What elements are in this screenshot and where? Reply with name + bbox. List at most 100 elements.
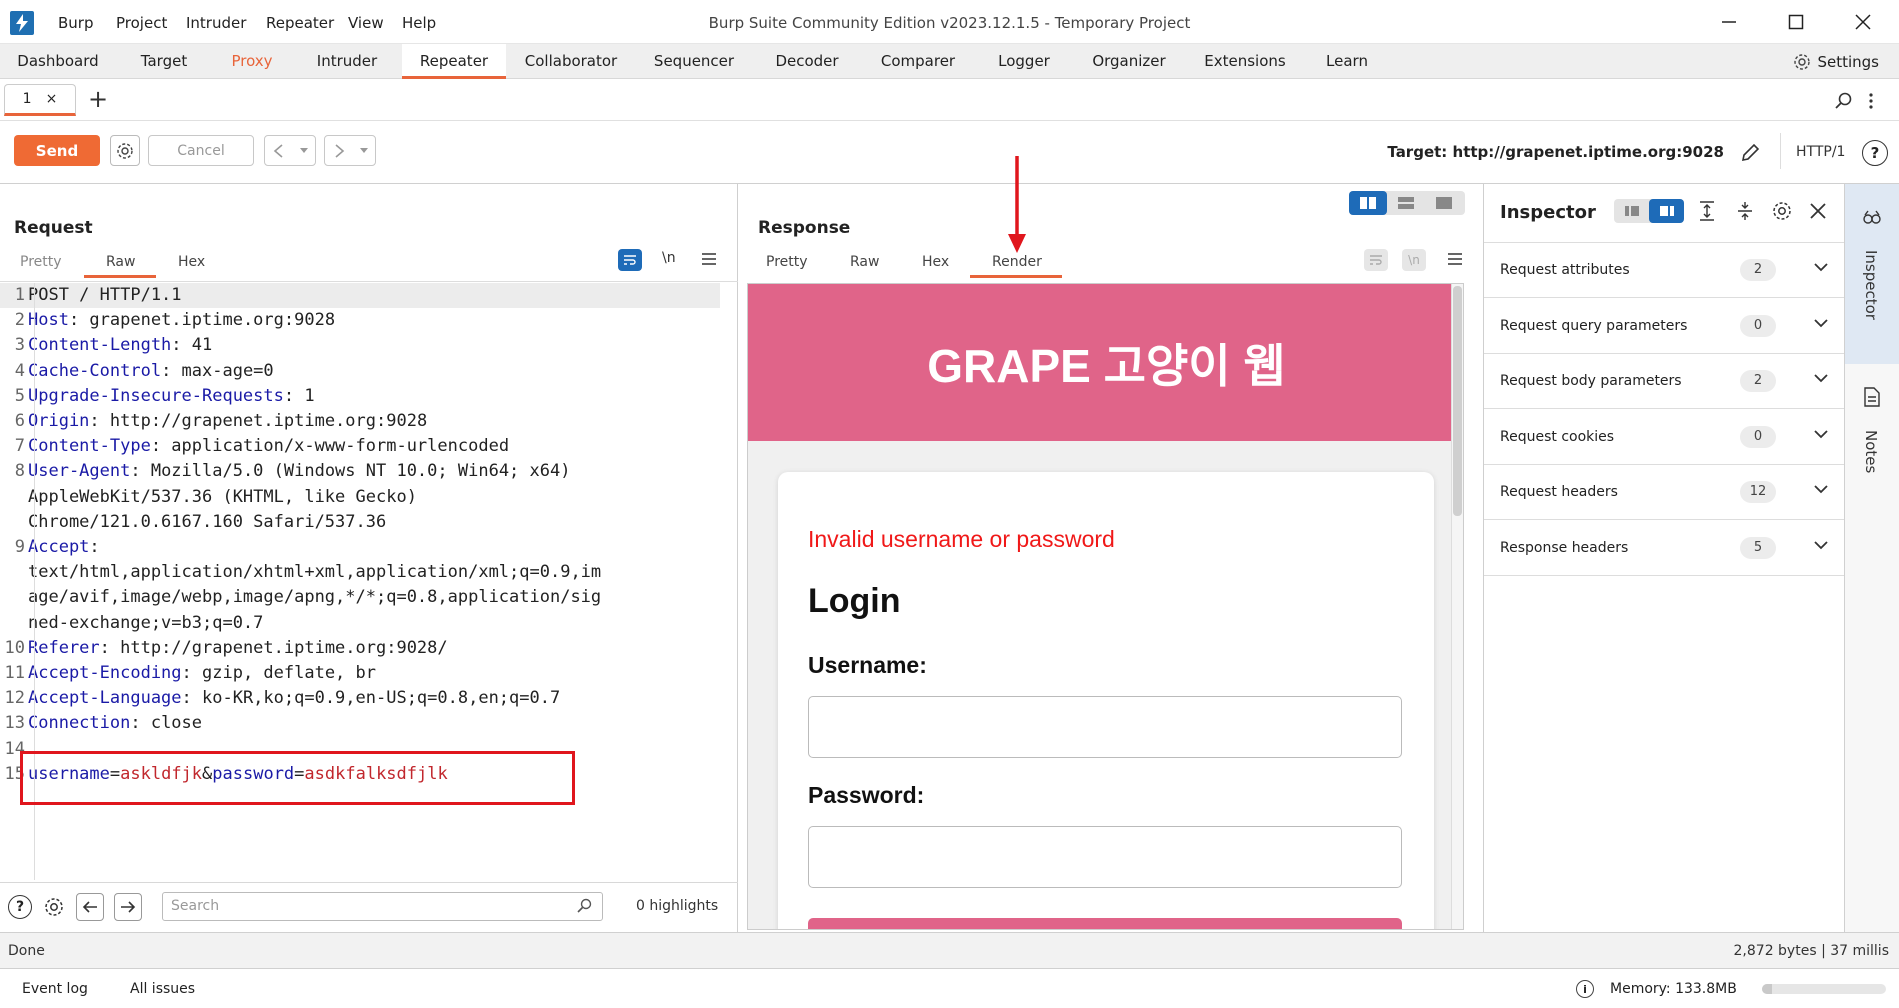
tab-learn[interactable]: Learn xyxy=(1306,44,1388,79)
inspector-settings-gear-icon[interactable] xyxy=(1770,199,1794,223)
help-icon[interactable]: ? xyxy=(8,895,32,919)
inspector-section-row[interactable]: Request headers 12 xyxy=(1484,465,1844,520)
settings-button[interactable]: Settings xyxy=(1793,53,1879,71)
render-login-button[interactable] xyxy=(808,918,1402,929)
tab-comparer[interactable]: Comparer xyxy=(862,44,974,79)
search-icon[interactable] xyxy=(1834,91,1854,111)
all-issues-link[interactable]: All issues xyxy=(130,981,195,997)
tab-sequencer[interactable]: Sequencer xyxy=(636,44,752,79)
gear-icon[interactable] xyxy=(42,895,66,919)
menu-intruder[interactable]: Intruder xyxy=(186,14,246,32)
response-tab-render[interactable]: Render xyxy=(992,254,1042,270)
render-scrollbar-thumb[interactable] xyxy=(1453,286,1462,516)
edit-target-pencil-icon[interactable] xyxy=(1738,141,1762,165)
response-tab-hex[interactable]: Hex xyxy=(922,254,949,270)
side-tab-inspector[interactable]: Inspector xyxy=(1845,184,1899,364)
header-value: : http://grapenet.iptime.org:9028/ xyxy=(99,637,448,658)
word-wrap-icon[interactable] xyxy=(618,249,642,271)
help-icon[interactable]: ? xyxy=(1862,140,1888,166)
request-tab-pretty[interactable]: Pretty xyxy=(20,254,62,270)
newline-toggle-icon[interactable]: \n xyxy=(662,250,676,266)
chevron-down-icon[interactable] xyxy=(1814,429,1828,439)
request-menu-icon[interactable] xyxy=(700,251,718,267)
repeater-tab-bar: 1 × + xyxy=(0,79,1899,121)
header-name: Cache-Control xyxy=(28,360,162,381)
inspector-layout-left-icon[interactable] xyxy=(1614,199,1649,223)
menu-help[interactable]: Help xyxy=(402,14,436,32)
notes-document-icon[interactable] xyxy=(1861,386,1883,408)
response-tab-raw[interactable]: Raw xyxy=(850,254,879,270)
response-tab-pretty[interactable]: Pretty xyxy=(766,254,808,270)
inspector-section-row[interactable]: Request query parameters 0 xyxy=(1484,299,1844,354)
word-wrap-icon[interactable] xyxy=(1364,249,1388,271)
tab-repeater[interactable]: Repeater xyxy=(402,44,506,79)
inspector-layout-right-icon[interactable] xyxy=(1649,199,1684,223)
render-password-input[interactable] xyxy=(808,826,1402,888)
inspector-section-row[interactable]: Request attributes 2 xyxy=(1484,243,1844,298)
rendered-response-view[interactable]: GRAPE 고양이 웹 Invalid username or password… xyxy=(747,283,1464,930)
http-version-toggle[interactable]: HTTP/1 xyxy=(1796,144,1845,160)
history-back-button[interactable] xyxy=(264,135,316,166)
send-options-gear-icon[interactable] xyxy=(110,135,140,166)
inspector-section-row[interactable]: Request body parameters 2 xyxy=(1484,354,1844,409)
cancel-button[interactable]: Cancel xyxy=(148,135,254,166)
request-footer-bar: ? Search 0 highlights xyxy=(0,882,738,930)
header-name: Origin xyxy=(28,411,90,431)
close-tab-icon[interactable]: × xyxy=(46,91,58,107)
header-value: age/avif,image/webp,image/apng,*/*;q=0.8… xyxy=(28,587,602,608)
request-search-input[interactable]: Search xyxy=(162,892,603,921)
previous-match-arrow-icon[interactable] xyxy=(76,893,104,921)
render-username-input[interactable] xyxy=(808,696,1402,758)
tab-extensions[interactable]: Extensions xyxy=(1184,44,1306,79)
code-line: ned-exchange;v=b3;q=0.7 xyxy=(0,611,263,636)
render-scrollbar[interactable] xyxy=(1451,284,1463,929)
tab-target[interactable]: Target xyxy=(116,44,212,79)
inspector-section-row[interactable]: Request cookies 0 xyxy=(1484,410,1844,465)
send-button[interactable]: Send xyxy=(14,135,100,166)
more-options-icon[interactable] xyxy=(1866,91,1876,111)
chevron-down-icon[interactable] xyxy=(1814,374,1828,383)
menu-project[interactable]: Project xyxy=(116,14,167,32)
tab-intruder[interactable]: Intruder xyxy=(292,44,402,79)
inspector-section-label: Request headers xyxy=(1500,484,1618,500)
tab-decoder[interactable]: Decoder xyxy=(752,44,862,79)
layout-tabs-icon[interactable] xyxy=(1425,191,1463,215)
tab-proxy[interactable]: Proxy xyxy=(212,44,292,79)
header-value: : grapenet.iptime.org:9028 xyxy=(68,310,336,331)
response-menu-icon[interactable] xyxy=(1446,251,1464,267)
menu-repeater[interactable]: Repeater xyxy=(266,14,334,32)
history-forward-button[interactable] xyxy=(324,135,376,166)
layout-side-by-side-icon[interactable] xyxy=(1349,191,1387,215)
event-log-link[interactable]: Event log xyxy=(22,981,88,997)
chevron-down-icon[interactable] xyxy=(1814,540,1828,550)
newline-toggle-icon[interactable]: \n xyxy=(1402,249,1426,271)
collapse-all-icon[interactable] xyxy=(1734,200,1756,222)
tab-logger[interactable]: Logger xyxy=(974,44,1074,79)
menu-burp[interactable]: Burp xyxy=(58,14,94,32)
request-tab-hex[interactable]: Hex xyxy=(178,254,205,270)
menu-view[interactable]: View xyxy=(348,14,384,32)
chevron-down-icon[interactable] xyxy=(1814,263,1828,272)
inspector-section-label: Request cookies xyxy=(1500,428,1615,445)
repeater-tab-1[interactable]: 1 × xyxy=(4,84,76,116)
next-match-arrow-icon[interactable] xyxy=(114,893,142,921)
inspector-section-row[interactable]: Response headers 5 xyxy=(1484,521,1844,576)
inspector-count-badge: 0 xyxy=(1740,425,1776,448)
inspector-glasses-icon xyxy=(1861,206,1883,228)
render-error-message: Invalid username or password xyxy=(808,526,1115,552)
expand-all-icon[interactable] xyxy=(1696,200,1718,222)
chevron-down-icon[interactable] xyxy=(1814,485,1828,494)
side-tab-notes-label[interactable]: Notes xyxy=(1862,430,1880,473)
chevron-down-icon[interactable] xyxy=(1814,318,1828,328)
close-inspector-icon[interactable] xyxy=(1808,201,1828,221)
request-tab-raw[interactable]: Raw xyxy=(106,254,135,270)
tab-dashboard[interactable]: Dashboard xyxy=(0,44,116,79)
tab-organizer[interactable]: Organizer xyxy=(1074,44,1184,79)
minimize-button[interactable] xyxy=(1706,6,1752,38)
close-window-button[interactable] xyxy=(1840,6,1886,38)
maximize-button[interactable] xyxy=(1773,6,1819,38)
tab-collaborator[interactable]: Collaborator xyxy=(506,44,636,79)
add-tab-button[interactable]: + xyxy=(88,85,108,113)
layout-stacked-icon[interactable] xyxy=(1387,191,1425,215)
inspector-layout-toggle xyxy=(1614,199,1684,223)
